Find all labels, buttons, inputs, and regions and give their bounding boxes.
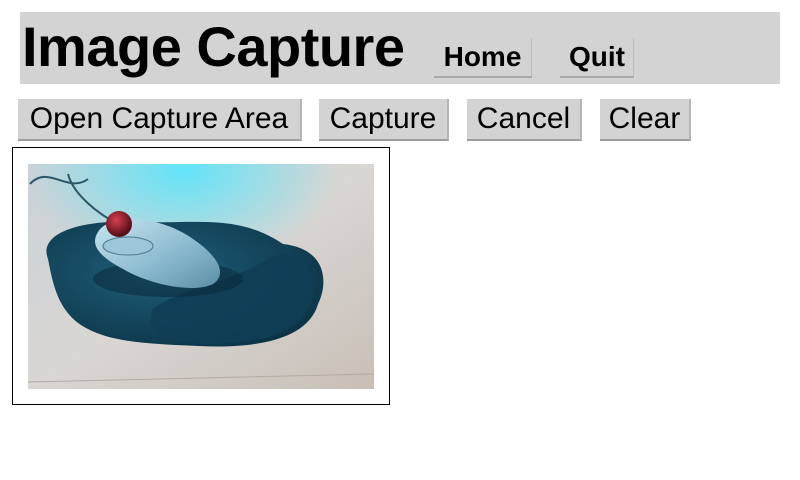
capture-area [12,147,390,405]
header-bar: Image Capture Home Quit [20,12,780,84]
home-button[interactable]: Home [434,38,532,78]
app-title: Image Capture [22,15,405,78]
open-capture-area-button[interactable]: Open Capture Area [18,99,302,141]
capture-button[interactable]: Capture [319,99,449,141]
quit-button[interactable]: Quit [560,38,634,78]
captured-image [28,164,374,389]
cancel-button[interactable]: Cancel [467,99,582,141]
clear-button[interactable]: Clear [600,99,691,141]
